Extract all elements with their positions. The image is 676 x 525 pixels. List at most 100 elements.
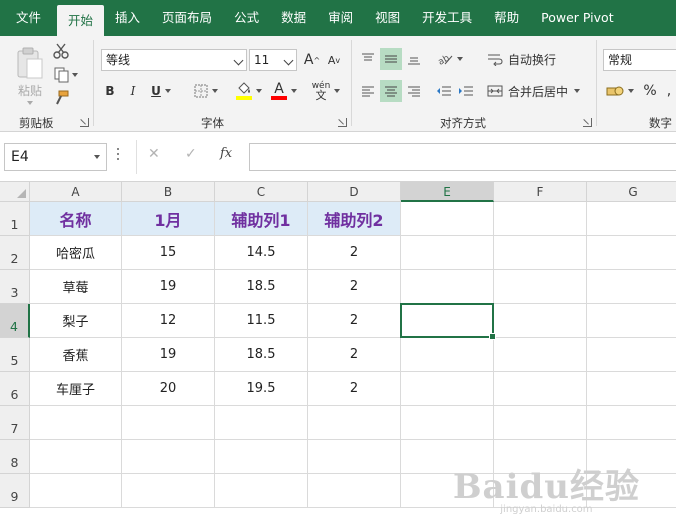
ribbon-tab[interactable]: 视图 [364,0,411,36]
percent-style-button[interactable]: % [640,80,660,102]
cell-F3[interactable] [494,270,587,304]
phonetic-guide-button[interactable]: wén 文 [309,79,343,103]
column-header[interactable]: D [308,182,401,202]
cell-A7[interactable] [30,406,122,440]
cell-B8[interactable] [122,440,215,474]
cell-B3[interactable]: 19 [122,270,215,304]
cell-E3[interactable] [401,270,494,304]
cell-C6[interactable]: 19.5 [215,372,308,406]
insert-function-icon[interactable]: fx [220,146,232,161]
cell-D4[interactable]: 2 [308,304,401,338]
cell-B4[interactable]: 12 [122,304,215,338]
cut-button[interactable] [52,42,70,60]
align-middle-button[interactable] [380,48,402,70]
wrap-text-button[interactable]: 自动换行 [487,48,573,70]
decrease-font-size-button[interactable]: Av [324,50,344,70]
cell-G6[interactable] [587,372,676,406]
paste-button[interactable]: 粘贴 [10,42,50,108]
cell-C9[interactable] [215,474,308,508]
clipboard-dialog-launcher-icon[interactable] [80,118,89,127]
cell-D7[interactable] [308,406,401,440]
cell-B1[interactable]: 1月 [122,202,215,236]
formula-input[interactable] [249,143,676,171]
row-header[interactable]: 9 [0,474,30,508]
formula-bar-grip-icon[interactable] [117,148,119,162]
align-left-button[interactable] [358,80,378,102]
ribbon-tab[interactable]: 页面布局 [151,0,223,36]
font-color-button[interactable]: A [268,79,300,103]
bold-button[interactable]: B [101,81,119,101]
cell-D9[interactable] [308,474,401,508]
cell-D2[interactable]: 2 [308,236,401,270]
row-header[interactable]: 4 [0,304,30,338]
cell-C4[interactable]: 11.5 [215,304,308,338]
cell-G3[interactable] [587,270,676,304]
font-size-dropdown[interactable]: 11 [249,49,297,71]
ribbon-tab[interactable]: 开发工具 [411,0,483,36]
cell-A3[interactable]: 草莓 [30,270,122,304]
align-center-button[interactable] [380,80,402,102]
italic-button[interactable]: I [124,81,142,101]
column-header[interactable]: E [401,182,494,202]
merge-center-button[interactable]: 合并后居中 [487,80,583,102]
cell-G5[interactable] [587,338,676,372]
cell-D5[interactable]: 2 [308,338,401,372]
cell-F2[interactable] [494,236,587,270]
cancel-icon[interactable]: ✕ [148,146,160,162]
cell-G8[interactable] [587,440,676,474]
ribbon-tab[interactable]: 公式 [223,0,270,36]
cell-F6[interactable] [494,372,587,406]
cell-D1[interactable]: 辅助列2 [308,202,401,236]
cell-A9[interactable] [30,474,122,508]
underline-button[interactable]: U [146,81,176,101]
column-header[interactable]: C [215,182,308,202]
row-header[interactable]: 5 [0,338,30,372]
cell-G7[interactable] [587,406,676,440]
align-bottom-button[interactable] [404,48,424,70]
cell-E8[interactable] [401,440,494,474]
cell-E6[interactable] [401,372,494,406]
cell-F8[interactable] [494,440,587,474]
cell-A4[interactable]: 梨子 [30,304,122,338]
increase-indent-button[interactable] [456,80,476,102]
cell-A2[interactable]: 哈密瓜 [30,236,122,270]
enter-icon[interactable]: ✓ [185,146,197,162]
cell-G1[interactable] [587,202,676,236]
cell-B7[interactable] [122,406,215,440]
row-header[interactable]: 1 [0,202,30,236]
font-dialog-launcher-icon[interactable] [338,118,347,127]
cell-C5[interactable]: 18.5 [215,338,308,372]
cell-G2[interactable] [587,236,676,270]
cell-C7[interactable] [215,406,308,440]
accounting-format-button[interactable] [603,80,637,102]
cell-C3[interactable]: 18.5 [215,270,308,304]
active-cell-outline[interactable] [400,303,496,340]
row-header[interactable]: 7 [0,406,30,440]
number-format-dropdown[interactable]: 常规 [603,49,676,71]
fill-color-button[interactable] [232,79,266,103]
increase-font-size-button[interactable]: A ^ [302,50,322,70]
cell-E2[interactable] [401,236,494,270]
alignment-dialog-launcher-icon[interactable] [583,118,592,127]
ribbon-tab[interactable]: 帮助 [483,0,530,36]
cell-C1[interactable]: 辅助列1 [215,202,308,236]
font-name-dropdown[interactable]: 等线 [101,49,247,71]
cell-F4[interactable] [494,304,587,338]
cell-B5[interactable]: 19 [122,338,215,372]
cell-A5[interactable]: 香蕉 [30,338,122,372]
cell-D3[interactable]: 2 [308,270,401,304]
cell-B6[interactable]: 20 [122,372,215,406]
column-header[interactable]: F [494,182,587,202]
cell-C8[interactable] [215,440,308,474]
row-header[interactable]: 3 [0,270,30,304]
align-top-button[interactable] [358,48,378,70]
align-right-button[interactable] [404,80,424,102]
select-all-button[interactable] [0,182,30,202]
ribbon-tab[interactable]: 审阅 [317,0,364,36]
cell-D8[interactable] [308,440,401,474]
ribbon-tab[interactable]: 文件 [0,0,57,36]
column-header[interactable]: A [30,182,122,202]
cell-B9[interactable] [122,474,215,508]
comma-style-button[interactable]: , [662,80,676,102]
ribbon-tab[interactable]: 数据 [270,0,317,36]
